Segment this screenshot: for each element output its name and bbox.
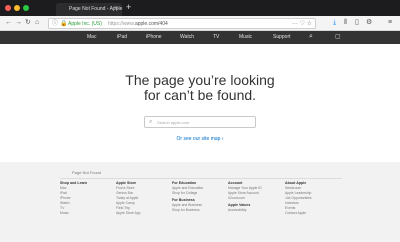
footer-column-shop: Shop and Learn Mac iPad iPhone Watch TV … xyxy=(60,181,116,216)
bag-icon[interactable]: ▢ xyxy=(335,34,341,41)
maximize-window-button[interactable] xyxy=(23,5,29,11)
page-headline-line-2: for can’t be found. xyxy=(143,87,257,103)
url-company-label: Apple Inc. (US) xyxy=(68,21,102,27)
minimize-window-button[interactable] xyxy=(14,5,20,11)
close-window-button[interactable] xyxy=(5,5,11,11)
footer-breadcrumb: Page Not Found xyxy=(72,170,102,175)
footer-column-apple-store: Apple Store Find a Store Genius Bar Toda… xyxy=(116,181,172,216)
settings-icon[interactable]: ⚙ xyxy=(366,19,372,27)
active-tab[interactable]: Page Not Found - Apple × xyxy=(56,3,122,16)
download-icon[interactable]: ⤓ xyxy=(333,19,336,27)
browser-window: Page Not Found - Apple × + ← → ↻ ⌂ ⓘ 🔒 A… xyxy=(0,0,400,242)
page-footer: Page Not Found Shop and Learn Mac iPad i… xyxy=(0,162,400,242)
footer-link[interactable]: iCloud.com xyxy=(228,196,284,201)
footer-link[interactable]: Apple Store App xyxy=(116,211,172,216)
nav-item-watch[interactable]: Watch xyxy=(180,34,194,41)
nav-item-support[interactable]: Support xyxy=(273,34,291,41)
footer-link[interactable]: Music xyxy=(60,211,116,216)
url-host-path: apple.com/404 xyxy=(134,21,168,27)
site-search-box[interactable]: ⌕ xyxy=(144,116,256,128)
info-icon[interactable]: ⓘ xyxy=(52,20,58,28)
search-icon[interactable]: ⌕ xyxy=(309,33,313,40)
nav-item-iphone[interactable]: iPhone xyxy=(146,34,162,41)
sidebar-icon[interactable]: ▯ xyxy=(355,19,359,27)
tab-close-icon[interactable]: × xyxy=(114,5,118,12)
url-scheme: https://www. xyxy=(108,21,135,27)
apple-global-nav: Mac iPad iPhone Watch TV Music Support ⌕… xyxy=(0,31,400,44)
back-icon[interactable]: ← xyxy=(5,19,12,27)
nav-item-music[interactable]: Music xyxy=(239,34,252,41)
library-icon[interactable]: ⫴ xyxy=(344,19,347,27)
footer-link[interactable]: Contact Apple xyxy=(285,211,341,216)
footer-link[interactable]: Shop for College xyxy=(172,191,228,196)
magnifier-icon: ⌕ xyxy=(149,119,153,125)
footer-column-account: Account Manage Your Apple ID Apple Store… xyxy=(228,181,284,213)
site-map-link[interactable]: Or see our site map › xyxy=(0,136,400,143)
footer-column-about: About Apple Newsroom Apple Leadership Jo… xyxy=(285,181,341,216)
home-icon[interactable]: ⌂ xyxy=(35,19,39,27)
footer-divider xyxy=(60,178,342,179)
navigation-toolbar: ← → ↻ ⌂ ⓘ 🔒 Apple Inc. (US) https://www.… xyxy=(0,16,400,31)
nav-item-mac[interactable]: Mac xyxy=(87,34,96,41)
nav-item-ipad[interactable]: iPad xyxy=(117,34,127,41)
page-actions-icon[interactable]: ··· ♡ ☆ xyxy=(292,20,312,28)
reload-icon[interactable]: ↻ xyxy=(25,19,31,27)
title-bar: Page Not Found - Apple × + xyxy=(0,0,400,16)
footer-link[interactable]: Shop for Business xyxy=(172,208,228,213)
forward-icon[interactable]: → xyxy=(15,19,22,27)
footer-link[interactable]: Accessibility xyxy=(228,208,284,213)
url-bar[interactable]: ⓘ 🔒 Apple Inc. (US) https://www.apple.co… xyxy=(48,18,316,29)
nav-item-tv[interactable]: TV xyxy=(213,34,219,41)
footer-column-education: For Education Apple and Education Shop f… xyxy=(172,181,228,213)
page-headline-line-1: The page you’re looking xyxy=(125,72,275,88)
url-text[interactable]: https://www.apple.com/404 xyxy=(108,20,168,28)
lock-icon[interactable]: 🔒 xyxy=(60,20,67,28)
site-search-input[interactable] xyxy=(157,118,253,126)
new-tab-button[interactable]: + xyxy=(126,3,131,12)
menu-icon[interactable]: ≡ xyxy=(388,19,392,27)
